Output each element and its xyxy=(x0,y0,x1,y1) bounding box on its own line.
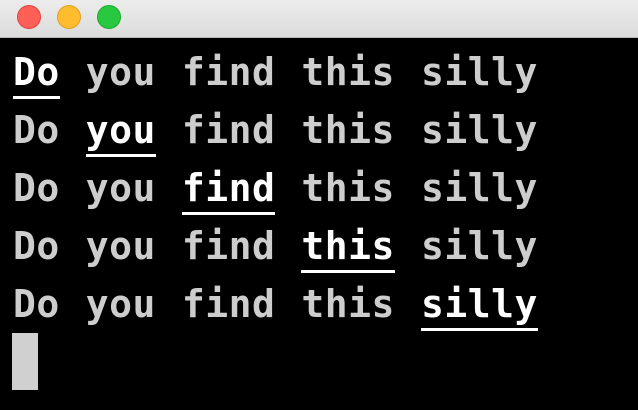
terminal-word: you xyxy=(85,224,156,268)
terminal-line: Do you find this silly xyxy=(13,285,538,343)
title-bar[interactable] xyxy=(0,0,638,38)
terminal-word: this xyxy=(301,108,395,152)
highlighted-word: Do xyxy=(13,53,60,99)
highlighted-word: you xyxy=(85,111,156,157)
terminal-word: find xyxy=(181,282,276,326)
terminal-word: find xyxy=(181,108,276,152)
terminal-word: find xyxy=(181,224,276,268)
text-cursor xyxy=(12,333,38,390)
terminal-word: you xyxy=(85,50,156,94)
highlighted-word: silly xyxy=(420,285,538,331)
terminal-line: Do you find this silly xyxy=(13,53,538,111)
terminal-word: find xyxy=(181,50,276,94)
terminal-word: Do xyxy=(13,224,60,268)
terminal-word: silly xyxy=(420,50,538,94)
terminal-word: silly xyxy=(420,224,538,268)
terminal-word: Do xyxy=(13,108,60,152)
terminal-window: Do you find this silly Do you find this … xyxy=(0,0,638,410)
terminal-word: silly xyxy=(420,108,538,152)
terminal-word: Do xyxy=(13,282,60,326)
terminal-line: Do you find this silly xyxy=(13,227,538,285)
highlighted-word: find xyxy=(181,169,276,215)
terminal-word: this xyxy=(301,282,395,326)
terminal-word: this xyxy=(301,50,395,94)
zoom-button[interactable] xyxy=(97,5,121,29)
terminal-content[interactable]: Do you find this silly Do you find this … xyxy=(0,38,638,410)
minimize-button[interactable] xyxy=(57,5,81,29)
terminal-word: you xyxy=(85,166,156,210)
terminal-word: silly xyxy=(420,166,538,210)
close-button[interactable] xyxy=(17,5,41,29)
terminal-word: Do xyxy=(13,166,60,210)
terminal-word: you xyxy=(85,282,156,326)
highlighted-word: this xyxy=(301,227,395,273)
terminal-line: Do you find this silly xyxy=(13,169,538,227)
terminal-word: this xyxy=(301,166,395,210)
terminal-line: Do you find this silly xyxy=(13,111,538,169)
